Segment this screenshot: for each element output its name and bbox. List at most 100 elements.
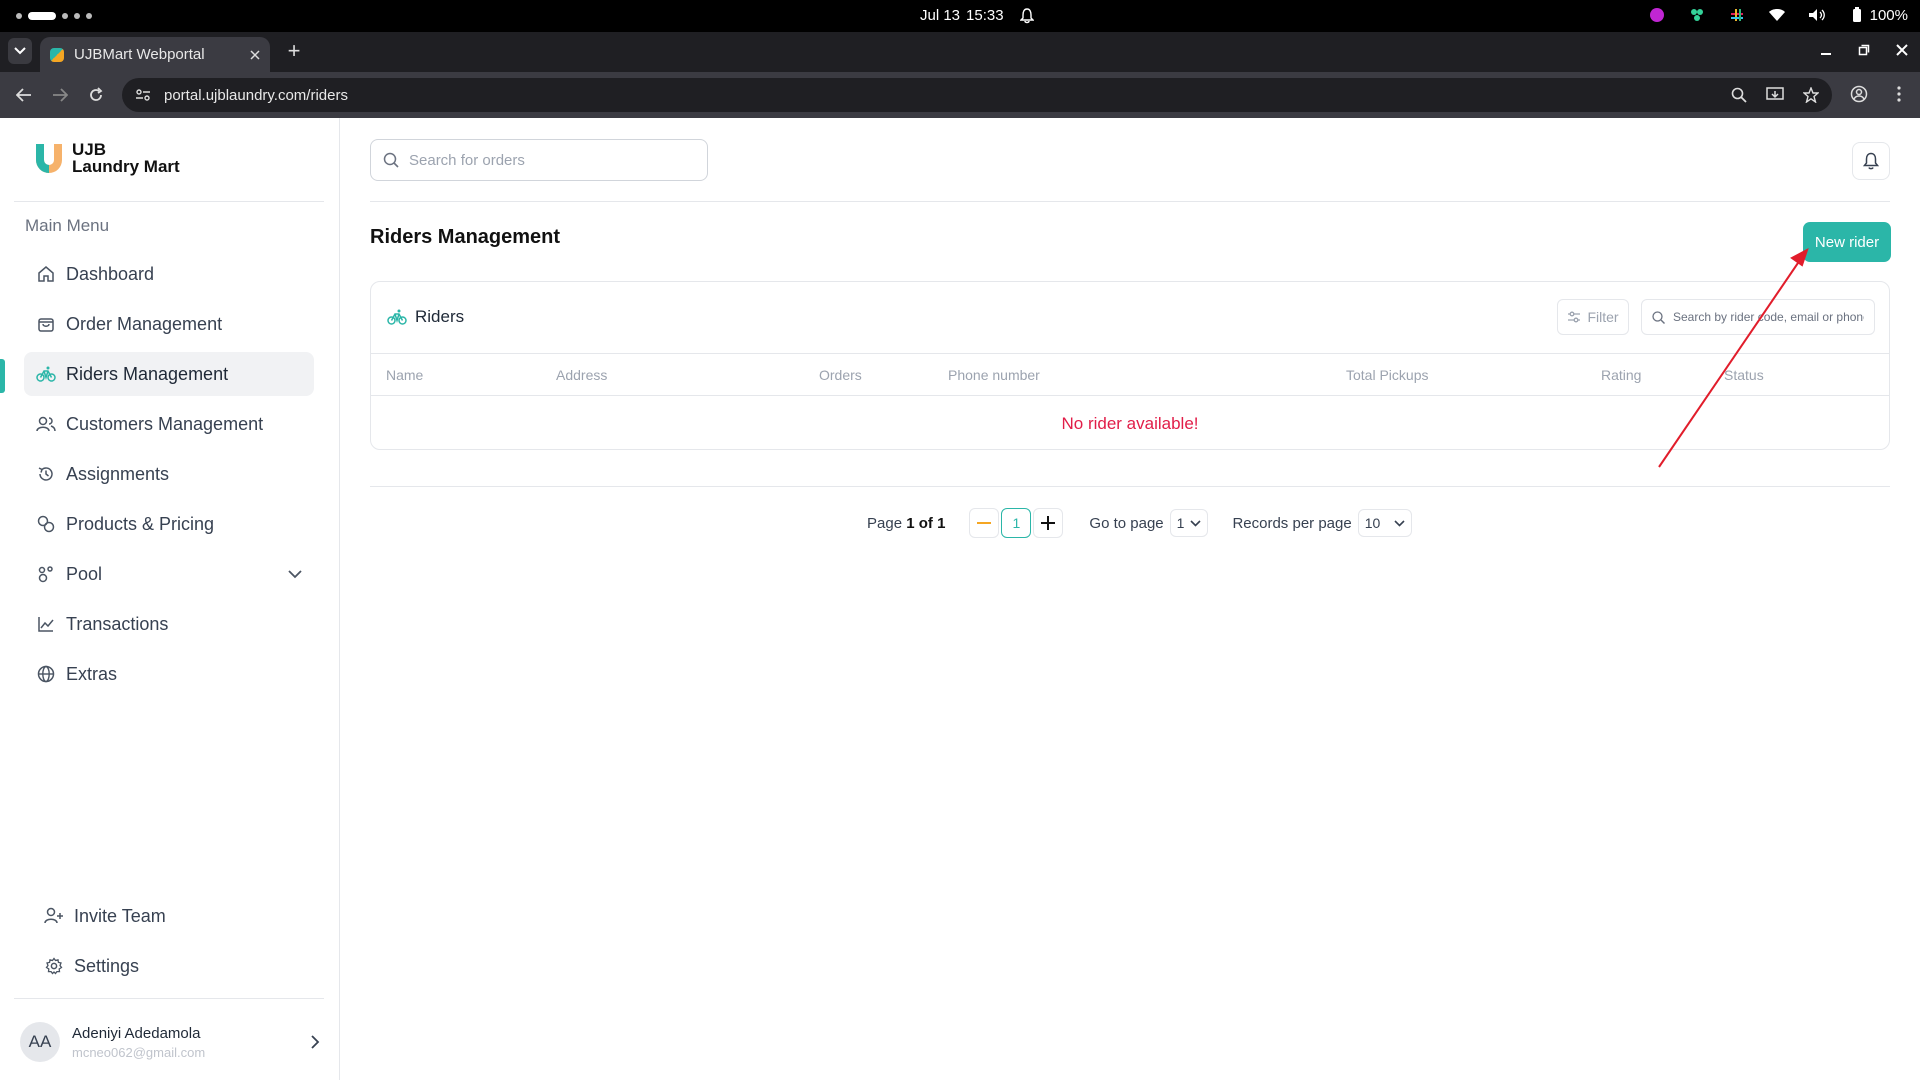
column-header-status[interactable]: Status xyxy=(1724,367,1764,383)
workspace-indicator[interactable] xyxy=(16,12,92,20)
header-divider xyxy=(370,201,1890,202)
previous-page-button[interactable] xyxy=(969,508,1000,538)
globe-icon xyxy=(36,664,56,684)
sidebar-divider xyxy=(14,201,324,202)
close-window-icon[interactable] xyxy=(1894,42,1910,58)
column-header-address[interactable]: Address xyxy=(556,367,607,383)
sliders-icon xyxy=(1567,311,1581,323)
rider-search-box[interactable] xyxy=(1641,299,1875,335)
empty-state-message: No rider available! xyxy=(1061,414,1199,433)
os-time: 15:33 xyxy=(966,7,1004,24)
table-header: Name Address Orders Phone number Total P… xyxy=(371,354,1889,396)
bookmark-star-icon[interactable] xyxy=(1802,86,1820,104)
riders-card: Riders Filter Name Address Orders Phone … xyxy=(370,281,1890,450)
brand-name-line1: UJB xyxy=(72,140,107,159)
address-bar[interactable]: portal.ujblaundry.com/riders xyxy=(122,78,1832,112)
back-arrow-icon[interactable] xyxy=(14,85,34,105)
sidebar-item-label: Products & Pricing xyxy=(66,513,215,534)
notifications-button[interactable] xyxy=(1852,142,1890,180)
current-page: 1 xyxy=(906,514,915,532)
user-plus-icon xyxy=(44,906,64,926)
install-app-icon[interactable] xyxy=(1766,86,1784,104)
browser-toolbar: portal.ujblaundry.com/riders xyxy=(0,72,1920,118)
main-menu: Dashboard Order Management Riders Manage… xyxy=(24,252,314,702)
sidebar-item-riders-management[interactable]: Riders Management xyxy=(24,352,314,396)
new-rider-button[interactable]: New rider xyxy=(1803,222,1891,262)
site-favicon-icon xyxy=(50,47,64,62)
goto-page-select[interactable]: 1 xyxy=(1169,509,1209,537)
column-header-total-pickups[interactable]: Total Pickups xyxy=(1346,367,1428,383)
user-profile[interactable]: AA Adeniyi Adedamola mcneo062@gmail.com xyxy=(20,1020,320,1064)
new-tab-button[interactable]: + xyxy=(282,40,306,64)
brand-logo[interactable]: UJB Laundry Mart xyxy=(32,140,180,176)
sidebar-item-label: Customers Management xyxy=(66,413,264,434)
forward-arrow-icon[interactable] xyxy=(50,85,70,105)
total-pages: 1 xyxy=(937,514,946,532)
goto-page-value: 1 xyxy=(1176,515,1185,531)
filter-label: Filter xyxy=(1587,309,1619,325)
pool-icon xyxy=(36,564,56,584)
search-input[interactable] xyxy=(409,151,695,169)
volume-icon[interactable] xyxy=(1808,6,1826,24)
plus-icon xyxy=(1041,516,1056,530)
sidebar-item-products-pricing[interactable]: Products & Pricing xyxy=(24,502,314,546)
order-search-box[interactable] xyxy=(370,139,708,181)
browser-tab[interactable]: UJBMart Webportal xyxy=(40,37,270,72)
rider-search-input[interactable] xyxy=(1673,310,1864,324)
site-settings-icon[interactable] xyxy=(134,86,152,104)
column-header-orders[interactable]: Orders xyxy=(819,367,862,383)
slack-icon[interactable] xyxy=(1728,6,1746,24)
restore-window-icon[interactable] xyxy=(1856,42,1872,58)
sidebar-item-customers-management[interactable]: Customers Management xyxy=(24,402,314,446)
tab-search-button[interactable] xyxy=(8,38,32,64)
chevron-down-icon[interactable] xyxy=(288,569,302,579)
os-date: Jul 13 xyxy=(920,7,961,24)
search-icon xyxy=(1652,310,1665,324)
records-per-page-select[interactable]: 10 xyxy=(1357,509,1412,537)
sidebar-item-extras[interactable]: Extras xyxy=(24,652,314,696)
zoom-icon[interactable] xyxy=(1730,86,1748,104)
os-clock[interactable]: Jul 13 15:33 xyxy=(920,7,1034,24)
sidebar-divider xyxy=(14,998,324,999)
browser-menu-icon[interactable] xyxy=(1890,85,1908,103)
column-header-rating[interactable]: Rating xyxy=(1601,367,1641,383)
app-indicator-icon[interactable] xyxy=(1648,6,1666,24)
tray-app-icon[interactable] xyxy=(1688,6,1706,24)
sidebar-item-dashboard[interactable]: Dashboard xyxy=(24,252,314,296)
profile-icon[interactable] xyxy=(1850,85,1868,103)
pagination-divider xyxy=(370,486,1890,487)
active-menu-marker xyxy=(0,359,5,393)
sidebar-item-label: Extras xyxy=(66,663,118,684)
wifi-icon[interactable] xyxy=(1768,6,1786,24)
minus-icon xyxy=(977,521,992,525)
column-header-name[interactable]: Name xyxy=(386,367,423,383)
sidebar-item-assignments[interactable]: Assignments xyxy=(24,452,314,496)
column-header-phone[interactable]: Phone number xyxy=(948,367,1040,383)
settings-label: Settings xyxy=(74,955,140,976)
chevron-right-icon[interactable] xyxy=(310,1034,320,1050)
page-number-button[interactable]: 1 xyxy=(1001,508,1032,538)
chevron-down-icon xyxy=(1394,519,1405,527)
sidebar-item-pool[interactable]: Pool xyxy=(24,552,314,596)
bicycle-icon xyxy=(36,364,56,384)
filter-button[interactable]: Filter xyxy=(1557,299,1629,335)
settings-button[interactable]: Settings xyxy=(34,944,314,988)
chevron-down-icon xyxy=(1190,519,1202,527)
pagination: Page 1 of 1 1 Go to page 1 Records per p… xyxy=(867,508,1412,538)
minimize-window-icon[interactable] xyxy=(1818,42,1834,58)
main-content: Riders Management New rider Riders Filte… xyxy=(341,118,1920,1080)
sidebar-item-label: Order Management xyxy=(66,313,223,334)
close-tab-icon[interactable] xyxy=(250,49,260,60)
battery-indicator[interactable]: 100% xyxy=(1848,6,1908,24)
tab-title: UJBMart Webportal xyxy=(74,46,205,63)
reload-icon[interactable] xyxy=(86,85,106,105)
page-of: of xyxy=(918,514,933,532)
invite-team-label: Invite Team xyxy=(74,905,166,926)
url-text: portal.ujblaundry.com/riders xyxy=(164,86,348,104)
brand-name-line2: Laundry Mart xyxy=(72,157,180,176)
sidebar-item-order-management[interactable]: Order Management xyxy=(24,302,314,346)
sidebar-item-transactions[interactable]: Transactions xyxy=(24,602,314,646)
next-page-button[interactable] xyxy=(1033,508,1064,538)
battery-percent: 100% xyxy=(1869,6,1908,24)
invite-team-button[interactable]: Invite Team xyxy=(34,894,314,938)
